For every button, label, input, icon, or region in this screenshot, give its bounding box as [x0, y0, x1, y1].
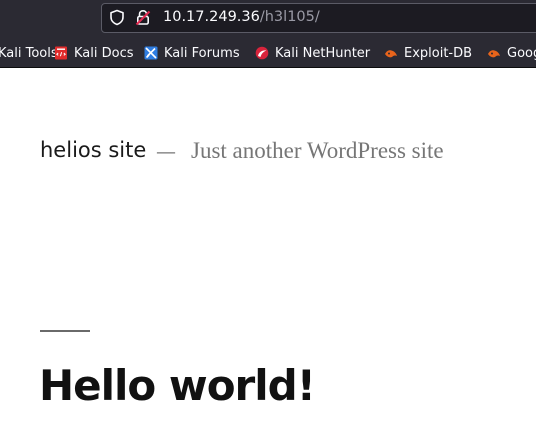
title-separator: —	[156, 139, 176, 163]
bookmark-label: Kali Forums	[164, 45, 240, 61]
bookmark-kali-forums[interactable]: Kali Forums	[144, 43, 240, 63]
bookmark-label: Kali NetHunter	[275, 45, 371, 61]
bookmark-google-hacking-db[interactable]: Google Hacking DB	[487, 43, 536, 63]
insecure-lock-icon[interactable]	[135, 9, 151, 26]
post-title[interactable]: Hello world!	[39, 358, 316, 414]
bookmark-kali-docs[interactable]: Kali Docs	[54, 43, 134, 63]
bookmark-kali-tools[interactable]: Kali Tools	[0, 43, 58, 63]
post-divider	[40, 330, 90, 332]
browser-toolbar: 10.17.249.36/h3l105/ Kali Tools Kali Doc…	[0, 0, 536, 68]
site-title[interactable]: helios site	[40, 135, 146, 165]
site-tagline: Just another WordPress site	[191, 138, 444, 163]
bookmark-label: Google Hacking DB	[507, 45, 536, 61]
kali-nethunter-icon	[255, 46, 269, 60]
kali-docs-icon	[55, 46, 67, 60]
toolbar-divider	[0, 67, 536, 68]
url-path: /h3l105/	[259, 9, 320, 25]
shield-icon[interactable]	[109, 9, 125, 26]
bookmark-label: Kali Docs	[74, 45, 134, 61]
bookmark-label: Exploit-DB	[404, 45, 473, 61]
kali-forums-icon	[144, 46, 158, 60]
url-host: 10.17.249.36	[163, 9, 260, 25]
bookmark-exploit-db[interactable]: Exploit-DB	[384, 43, 472, 63]
exploit-db-icon	[385, 50, 397, 58]
google-hacking-db-icon	[488, 50, 500, 58]
bookmark-label: Kali Tools	[0, 45, 58, 61]
bookmark-kali-nethunter[interactable]: Kali NetHunter	[255, 43, 370, 63]
url-text[interactable]: 10.17.249.36/h3l105/	[163, 8, 320, 26]
bookmarks-toolbar: Kali Tools Kali Docs Kali Forums Kali Ne…	[0, 38, 536, 66]
